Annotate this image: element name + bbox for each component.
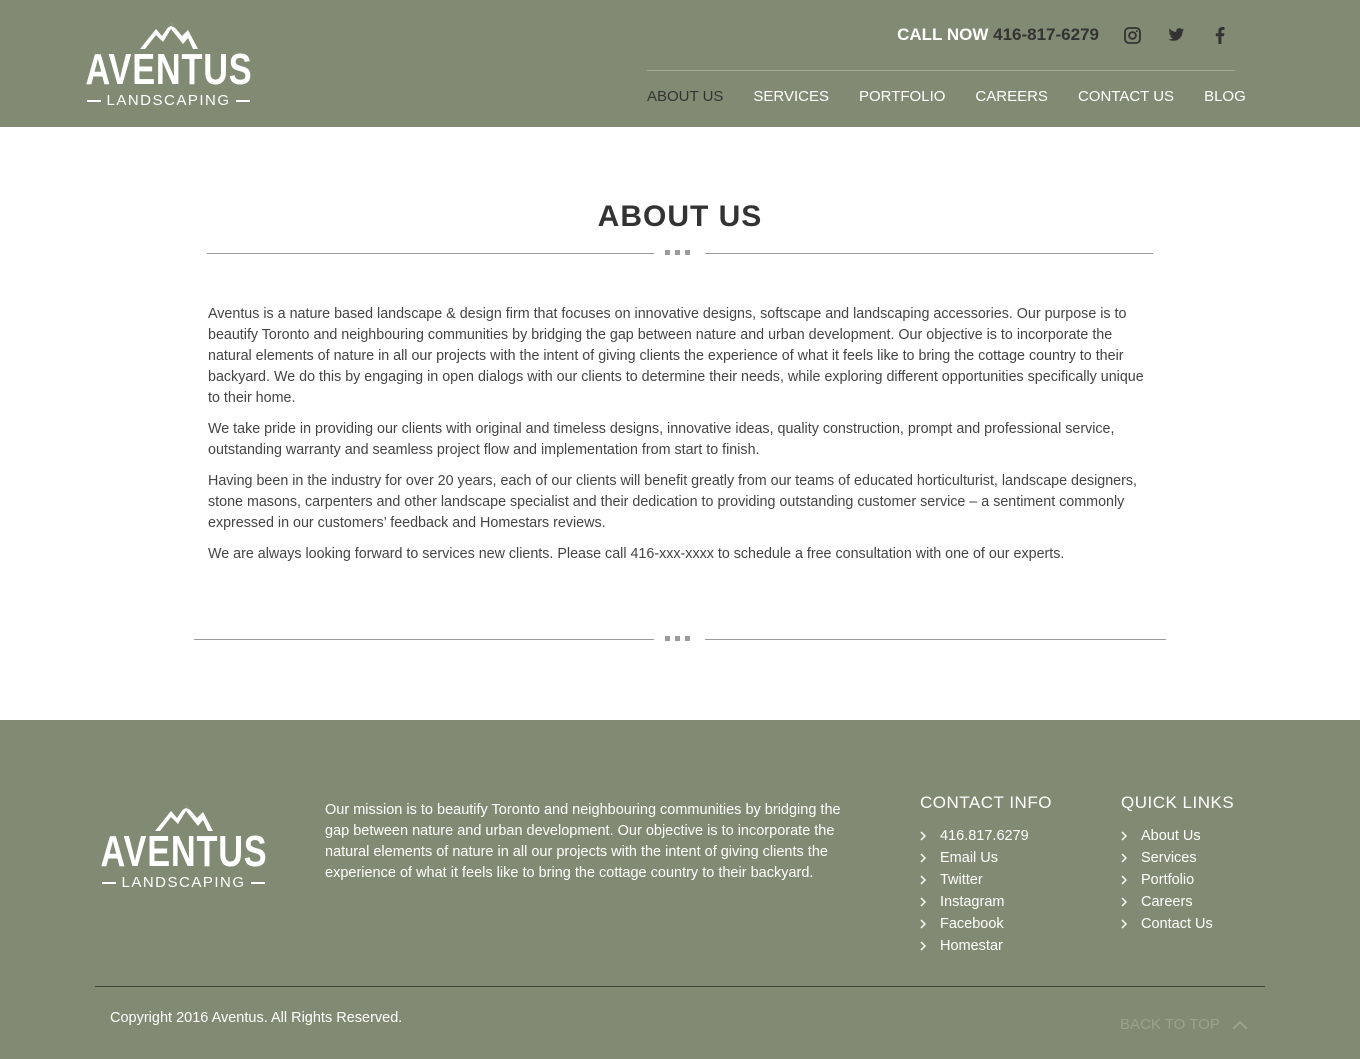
logo-dash-left [87,99,102,102]
chevron-right-icon [920,919,940,929]
back-to-top-button[interactable]: BACK TO TOP [1120,1016,1248,1033]
contact-info-column: CONTACT INFO 416.817.6279 Email Us Twitt… [920,793,1052,957]
logo-dash-left [102,881,117,884]
contact-link-label: Twitter [940,872,983,888]
nav-careers[interactable]: CAREERS [975,88,1048,105]
content-divider [194,635,1166,645]
call-now-number[interactable]: 416-817-6279 [993,25,1099,44]
divider-line-right [705,253,1153,254]
chevron-right-icon [1121,853,1141,863]
quick-links-title: QUICK LINKS [1121,793,1235,812]
logo-wordmark: AVENTUS [85,45,252,94]
nav-portfolio[interactable]: PORTFOLIO [859,88,945,105]
site-header: AVENTUS LANDSCAPING CALL NOW 416-817-627… [0,0,1360,127]
chevron-right-icon [1121,831,1141,841]
chevron-right-icon [920,941,940,951]
main-nav: ABOUT US SERVICES PORTFOLIO CAREERS CONT… [647,88,1246,105]
mission-statement: Our mission is to beautify Toronto and n… [325,802,841,881]
divider-line-left [207,253,654,254]
footer-logo[interactable]: AVENTUS LANDSCAPING [100,802,266,890]
nav-about-us[interactable]: ABOUT US [647,88,723,105]
chevron-right-icon [1121,875,1141,885]
quick-link-careers[interactable]: Careers [1121,891,1234,913]
facebook-icon[interactable] [1209,24,1231,46]
quick-link-label: Portfolio [1141,872,1195,888]
quick-link-portfolio[interactable]: Portfolio [1121,869,1234,891]
about-paragraph: Aventus is a nature based landscape & de… [208,306,1144,406]
page-title: ABOUT US [597,200,763,233]
quick-link-label: Careers [1141,894,1193,910]
contact-link-phone[interactable]: 416.817.6279 [920,825,1052,847]
instagram-icon[interactable] [1121,24,1143,46]
footer-divider [95,986,1265,987]
nav-contact-us[interactable]: CONTACT US [1078,88,1174,105]
logo-subtitle: LANDSCAPING [82,93,254,108]
chevron-up-icon [1232,1020,1248,1030]
contact-link-label: 416.817.6279 [940,828,1029,844]
divider-dots [665,250,695,255]
divider-line-right [705,639,1166,640]
call-now-label: CALL NOW [897,25,989,44]
quick-links-column: QUICK LINKS About Us Services Portfolio … [1121,793,1234,935]
about-paragraph: Having been in the industry for over 20 … [208,473,1137,531]
contact-link-twitter[interactable]: Twitter [920,869,1052,891]
chevron-right-icon [1121,919,1141,929]
chevron-right-icon [920,831,940,841]
logo-dash-right [235,99,250,102]
quick-link-label: Contact Us [1141,916,1213,932]
logo-subtitle-text: LANDSCAPING [121,874,246,891]
title-divider [207,249,1153,259]
logo-dash-right [250,881,265,884]
chevron-right-icon [1121,897,1141,907]
divider-dots [665,636,695,641]
contact-link-label: Email Us [940,850,999,866]
nav-blog[interactable]: BLOG [1204,88,1246,105]
logo-subtitle: LANDSCAPING [97,875,269,890]
contact-link-label: Facebook [940,916,1004,932]
copyright-text: Copyright 2016 Aventus. All Rights Reser… [110,1010,403,1026]
contact-link-label: Homestar [940,938,1003,954]
contact-link-facebook[interactable]: Facebook [920,913,1052,935]
contact-link-label: Instagram [940,894,1005,910]
divider-line-left [194,639,654,640]
quick-link-label: About Us [1141,828,1201,844]
contact-link-homestar[interactable]: Homestar [920,935,1052,957]
chevron-right-icon [920,897,940,907]
quick-link-label: Services [1141,850,1197,866]
quick-link-services[interactable]: Services [1121,847,1234,869]
back-to-top-label: BACK TO TOP [1120,1016,1220,1033]
quick-link-contact-us[interactable]: Contact Us [1121,913,1234,935]
nav-services[interactable]: SERVICES [753,88,829,105]
about-content: Aventus is a nature based landscape & de… [208,304,1154,575]
chevron-right-icon [920,875,940,885]
site-footer: AVENTUS LANDSCAPING Our mission is to be… [0,720,1360,1059]
contact-info-title: CONTACT INFO [920,793,1052,812]
quick-link-about-us[interactable]: About Us [1121,825,1234,847]
logo-wordmark: AVENTUS [100,827,267,876]
twitter-icon[interactable] [1165,24,1187,46]
header-logo[interactable]: AVENTUS LANDSCAPING [85,20,251,108]
contact-link-instagram[interactable]: Instagram [920,891,1052,913]
about-paragraph: We are always looking forward to service… [208,546,1065,562]
header-divider [647,70,1235,71]
about-paragraph: We take pride in providing our clients w… [208,421,1115,458]
chevron-right-icon [920,853,940,863]
call-now: CALL NOW 416-817-6279 [897,25,1099,45]
logo-subtitle-text: LANDSCAPING [106,92,231,109]
contact-link-email[interactable]: Email Us [920,847,1052,869]
